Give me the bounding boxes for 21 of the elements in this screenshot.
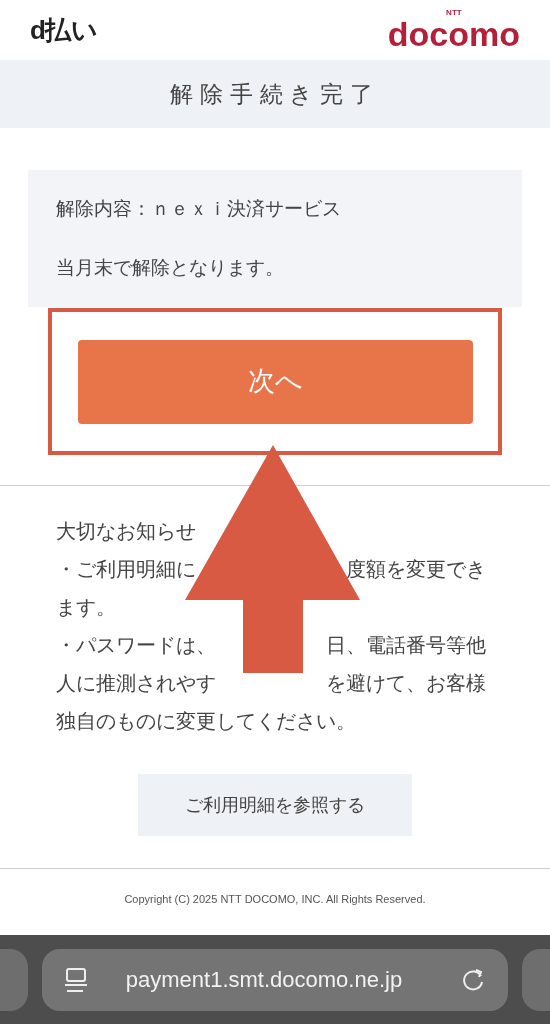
view-statement-button[interactable]: ご利用明細を参照する <box>138 774 412 836</box>
notice-text: 人に推測されやす <box>56 671 216 696</box>
page-title: 解除手続き完了 <box>169 79 381 109</box>
page-menu-icon[interactable] <box>63 966 88 993</box>
brand-logo: docomo <box>387 17 520 51</box>
info-text: 当月末で解除となります。 <box>56 255 285 280</box>
copyright-text: Copyright (C) 2025 NTT DOCOMO, INC. All Rights Reserved. <box>124 892 426 907</box>
notice-text: 独自のものに変更してください。 <box>56 709 356 734</box>
info-text: 解除内容：ｎｅｘｉ決済サービス <box>56 197 342 221</box>
notice-text: 度額を変更でき <box>346 557 486 582</box>
notice-text: 日、電話番号等他 <box>326 633 486 658</box>
notice-text: ・ご利用明細に <box>56 557 196 582</box>
notice-heading: 大切なお知らせ <box>56 519 196 544</box>
next-button[interactable]: 次へ <box>77 339 473 424</box>
notice-text: ・パスワードは、 <box>56 633 216 658</box>
url-text: payment1.smt.docomo.ne.jp <box>125 966 404 994</box>
notice-text: を避けて、お客様 <box>326 671 486 696</box>
notice-text: ます。 <box>56 595 116 620</box>
address-bar[interactable]: payment1.smt.docomo.ne.jp <box>41 948 509 1011</box>
brand-tagline: NTT <box>446 9 462 17</box>
service-logo: d払い <box>30 13 97 47</box>
